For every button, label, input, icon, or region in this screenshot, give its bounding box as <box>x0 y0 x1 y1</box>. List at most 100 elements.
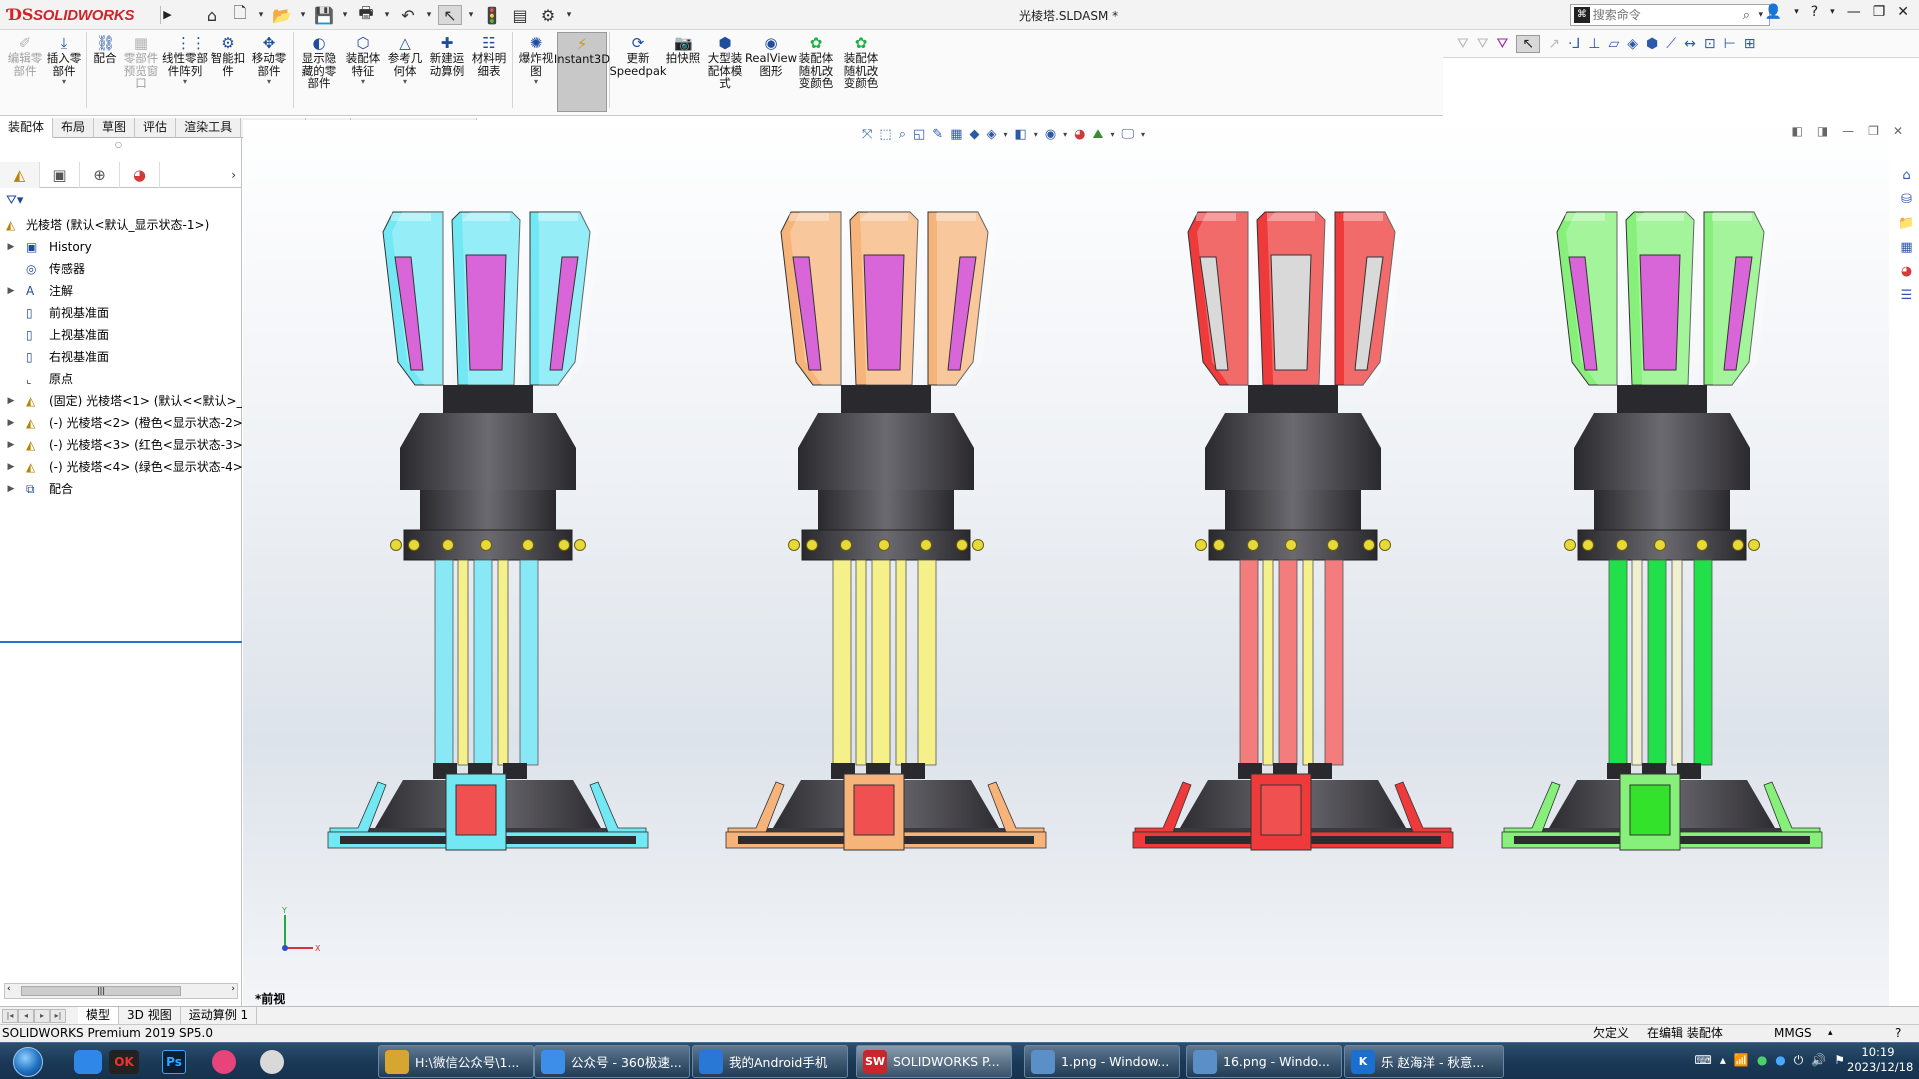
doc-restore-icon[interactable]: ❐ <box>1868 124 1879 138</box>
ribbon-button-7[interactable]: ◐ 显示隐 藏的零 部件 <box>296 32 342 112</box>
render-dropdown-icon[interactable]: ▾ <box>1110 130 1114 139</box>
scene-dropdown-icon[interactable]: ▾ <box>1063 130 1067 139</box>
command-tab[interactable]: 草图 <box>94 118 136 138</box>
save-dropdown-icon[interactable]: ▾ <box>340 5 350 25</box>
scroll-right-icon[interactable]: › <box>231 984 235 994</box>
tower-model[interactable] <box>1113 200 1473 930</box>
vertex-icon[interactable]: ⊡ <box>1704 36 1716 52</box>
network-icon[interactable]: 📶 <box>1734 1053 1749 1068</box>
select-arrow-icon[interactable]: ↖ <box>438 5 462 25</box>
tree-item[interactable]: ▯ 上视基准面 <box>0 324 242 346</box>
ribbon-button-5[interactable]: ⚙ 智能扣 件 <box>209 32 247 112</box>
file-properties-icon[interactable]: ▤ <box>508 5 532 25</box>
save-icon[interactable]: 💾 <box>312 5 336 25</box>
chevron-down-icon[interactable]: ▾ <box>62 77 66 87</box>
select-dropdown-icon[interactable]: ▾ <box>466 5 476 25</box>
ribbon-button-18[interactable]: ✿ 装配体 随机改 变颜色 <box>794 32 838 112</box>
more-icon[interactable]: ⊞ <box>1744 36 1756 52</box>
minimize-icon[interactable]: — <box>1847 4 1861 20</box>
filter-2-icon[interactable]: ⛛ <box>1477 36 1489 52</box>
ribbon-button-13[interactable]: ⚡ Instant3D <box>554 32 610 112</box>
configuration-manager-tab-icon[interactable]: ⊕ <box>80 162 120 188</box>
ribbon-button-3[interactable]: ▦ 零部件 预览窗 口 <box>121 32 161 112</box>
filter-icon[interactable]: ⛛ <box>1457 36 1469 52</box>
tree-item[interactable]: ▶ ▣ History <box>0 236 242 258</box>
tree-item[interactable]: ⌞ 原点 <box>0 368 242 390</box>
expand-arrow-icon[interactable]: ▶ <box>6 456 16 478</box>
taskbar-window-button[interactable]: SW SOLIDWORKS P... <box>856 1045 1012 1078</box>
command-tab[interactable]: 评估 <box>135 118 177 138</box>
start-button[interactable] <box>4 1044 52 1079</box>
tree-item[interactable]: ◎ 传感器 <box>0 258 242 280</box>
help-dropdown-icon[interactable]: ▾ <box>1830 7 1835 17</box>
restore-icon[interactable]: ❐ <box>1873 4 1886 20</box>
select-other-icon[interactable]: ↗ <box>1548 36 1560 52</box>
clock[interactable]: 10:19 2023/12/18 <box>1847 1045 1913 1075</box>
options-gear-icon[interactable]: ⚙ <box>536 5 560 25</box>
dimension-icon[interactable]: ↔ <box>1684 36 1696 52</box>
body-icon[interactable]: ⬢ <box>1646 36 1658 52</box>
expand-arrow-icon[interactable]: ▶ <box>6 434 16 456</box>
traffic-light-icon[interactable]: 🚦 <box>480 5 504 25</box>
tower-model[interactable] <box>308 200 668 930</box>
solidworks-resources-icon[interactable]: ⌂ <box>1897 168 1917 186</box>
chevron-down-icon[interactable]: ▾ <box>267 77 271 87</box>
appearances-icon[interactable]: ◕ <box>1897 264 1917 282</box>
keyboard-icon[interactable]: ⌨ <box>1695 1053 1712 1068</box>
ribbon-button-0[interactable]: ✐ 编辑零 部件 <box>6 32 44 112</box>
tree-item[interactable]: ▶ ◭ (固定) 光棱塔<1> (默认<<默认>_显 <box>0 390 242 412</box>
filter-faces-icon[interactable]: ⛛ <box>1497 36 1509 52</box>
nav-first-icon[interactable]: |◂ <box>2 1008 18 1023</box>
point-icon[interactable]: ⋅⅃ <box>1568 36 1580 52</box>
command-search[interactable]: ⌘ ⌕ ▾ <box>1570 4 1770 26</box>
menu-expand-arrow-icon[interactable]: ▶ <box>160 6 174 24</box>
tree-item[interactable]: ▯ 右视基准面 <box>0 346 242 368</box>
tree-horizontal-scrollbar[interactable]: ‹ ||| › <box>4 983 238 999</box>
tree-item[interactable]: ▶ ⧉ 配合 <box>0 478 242 500</box>
search-mode-icon[interactable]: ⌘ <box>1574 7 1590 23</box>
doc-close-icon[interactable]: ✕ <box>1893 124 1903 138</box>
sketch-segment-icon[interactable]: ⟋ <box>1666 36 1676 52</box>
volume-icon[interactable]: 🔊 <box>1811 1053 1826 1068</box>
chevron-down-icon[interactable]: ▾ <box>361 77 365 87</box>
print-dropdown-icon[interactable]: ▾ <box>382 5 392 25</box>
axis-icon[interactable]: ⊥ <box>1588 36 1600 52</box>
nav-last-icon[interactable]: ▸| <box>50 1008 66 1023</box>
expand-arrow-icon[interactable]: ▶ <box>6 478 16 500</box>
command-tab[interactable]: 布局 <box>53 118 95 138</box>
dynamic-annotation-icon[interactable]: ✎ <box>932 127 943 142</box>
tower-model[interactable] <box>1482 200 1842 930</box>
nav-prev-icon[interactable]: ◂ <box>18 1008 34 1023</box>
close-icon[interactable]: ✕ <box>1897 4 1909 20</box>
command-tab[interactable]: 渲染工具 <box>176 118 242 138</box>
tree-item[interactable]: ▶ ◭ (-) 光棱塔<4> (绿色<显示状态-4>) <box>0 456 242 478</box>
hide-show-dropdown-icon[interactable]: ▾ <box>1003 130 1007 139</box>
bottom-tab[interactable]: 运动算例 1 <box>181 1006 258 1025</box>
ribbon-button-19[interactable]: ✿ 装配体 随机改 变颜色 <box>838 32 884 112</box>
section-view-icon[interactable]: ◱ <box>913 127 925 142</box>
view-settings-icon[interactable]: 🖵 <box>1121 127 1134 142</box>
ribbon-button-4[interactable]: ⋮⋮ 线性零部 件阵列 ▾ <box>161 32 209 112</box>
taskbar-window-button[interactable]: K 乐 赵海洋 - 秋意... <box>1344 1045 1504 1078</box>
open-icon[interactable]: 📂 <box>270 5 294 25</box>
chevron-down-icon[interactable]: ▾ <box>403 77 407 87</box>
tree-item[interactable]: ▶ A 注解 <box>0 280 242 302</box>
appearance-dropdown-icon[interactable]: ▾ <box>1034 130 1038 139</box>
taskbar-window-button[interactable]: 我的Android手机 <box>692 1045 848 1078</box>
custom-properties-icon[interactable]: ☰ <box>1897 288 1917 306</box>
expand-arrow-icon[interactable]: ▶ <box>6 280 16 302</box>
property-manager-tab-icon[interactable]: ▣ <box>40 162 80 188</box>
zoom-to-area-icon[interactable]: ⬚ <box>879 127 891 142</box>
tree-item[interactable]: ▶ ◭ (-) 光棱塔<2> (橙色<显示状态-2>) <box>0 412 242 434</box>
display-manager-tab-icon[interactable]: ◕ <box>120 162 160 188</box>
search-input[interactable] <box>1592 8 1743 22</box>
previous-view-icon[interactable]: ⌕ <box>899 127 906 142</box>
view-palette-icon[interactable]: ▦ <box>1897 240 1917 258</box>
ribbon-button-6[interactable]: ✥ 移动零 部件 ▾ <box>247 32 291 112</box>
paint-tool-icon[interactable] <box>252 1046 292 1077</box>
taskbar-window-button[interactable]: 1.png - Window... <box>1024 1045 1180 1078</box>
scene-icon[interactable]: ◉ <box>1045 127 1056 142</box>
user-dropdown-icon[interactable]: ▾ <box>1794 7 1799 17</box>
expand-arrow-icon[interactable]: ▶ <box>6 390 16 412</box>
power-icon[interactable]: ⏻ <box>1794 1053 1804 1068</box>
